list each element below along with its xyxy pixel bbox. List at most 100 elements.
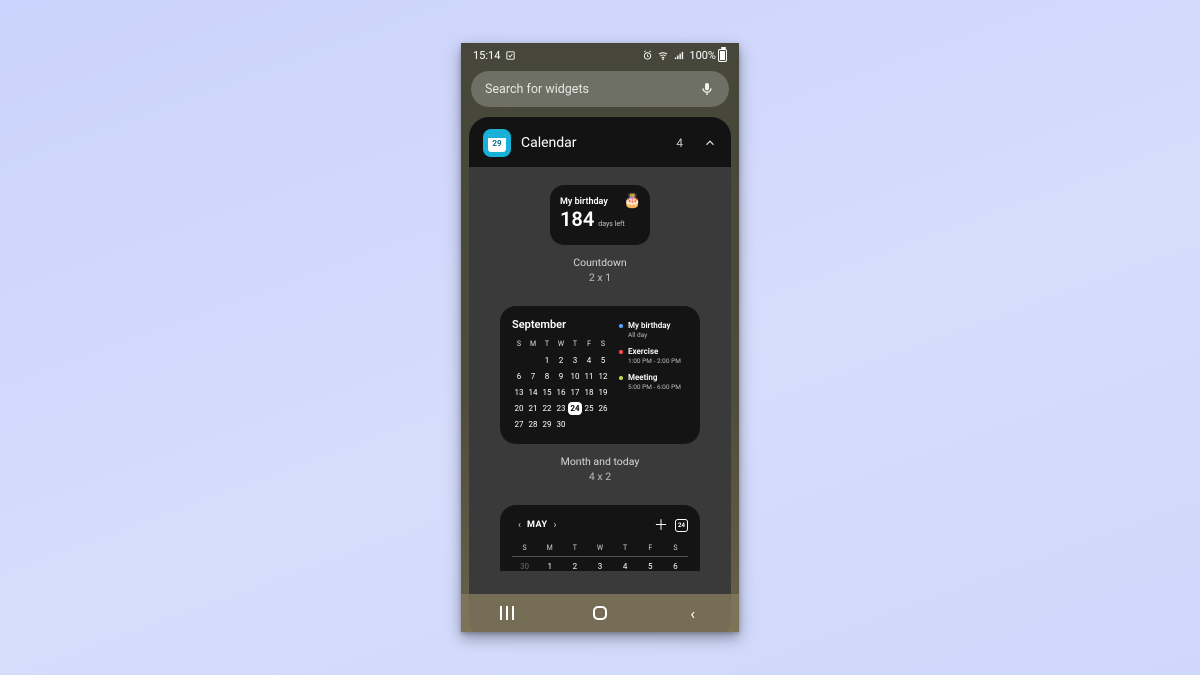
event-dot-icon xyxy=(619,376,623,380)
next-month-button[interactable]: › xyxy=(548,520,563,531)
day-cell: 19 xyxy=(596,386,610,399)
dow-cell: T xyxy=(613,544,638,552)
day-cell: 2 xyxy=(562,562,587,571)
countdown-value-row: 184 days left xyxy=(560,207,640,231)
calendar-icon-day: 29 xyxy=(488,139,506,148)
dow-cell: S xyxy=(663,544,688,552)
day-cell: 23 xyxy=(554,402,568,415)
day-cell: 14 xyxy=(526,386,540,399)
month-weeks: 1234567891011121314151617181920212223242… xyxy=(512,354,610,431)
dow-cell: F xyxy=(582,338,596,351)
dow-cell: T xyxy=(540,338,554,351)
event-time: 1:00 PM - 2:00 PM xyxy=(628,357,681,365)
today-button[interactable]: 24 xyxy=(675,519,688,532)
home-button[interactable] xyxy=(576,606,624,620)
day-cell: 10 xyxy=(568,370,582,383)
event-item: Meeting5:00 PM - 6:00 PM xyxy=(619,373,688,391)
day-cell: 29 xyxy=(540,418,554,431)
event-dot-icon xyxy=(619,350,623,354)
day-cell: 22 xyxy=(540,402,554,415)
status-right: 100% xyxy=(642,49,727,62)
day-cell: 6 xyxy=(663,562,688,571)
dow-cell: W xyxy=(587,544,612,552)
day-cell: 3 xyxy=(568,354,582,367)
partial-header: ‹ MAY › ＋ 24 xyxy=(512,515,688,535)
widget-label: Month and today xyxy=(561,455,640,468)
month-title: September xyxy=(512,318,610,331)
dow-cell: T xyxy=(568,338,582,351)
calendar-app-icon: 29 xyxy=(483,129,511,157)
week-row: 6789101112 xyxy=(512,370,610,383)
day-cell: 5 xyxy=(638,562,663,571)
day-cell: 7 xyxy=(526,370,540,383)
today-events: My birthdayAll day Exercise1:00 PM - 2:00… xyxy=(619,318,688,431)
day-cell: 21 xyxy=(526,402,540,415)
nav-bar: ‹ xyxy=(461,594,739,632)
day-cell: 30 xyxy=(554,418,568,431)
day-cell: 17 xyxy=(568,386,582,399)
day-cell: 2 xyxy=(554,354,568,367)
add-event-button[interactable]: ＋ xyxy=(654,515,668,535)
back-button[interactable]: ‹ xyxy=(669,604,717,623)
day-cell: 18 xyxy=(582,386,596,399)
category-body: My birthday 🎂 184days left Countdown 2 x… xyxy=(469,167,731,632)
phone-screen: 15:14 100% Search for widgets 29 Calenda… xyxy=(461,43,739,632)
day-cell xyxy=(596,418,610,431)
week-row: 13141516171819 xyxy=(512,386,610,399)
battery-indicator: 100% xyxy=(689,49,727,62)
day-cell: 16 xyxy=(554,386,568,399)
partial-month: MAY xyxy=(527,520,548,530)
day-cell: 15 xyxy=(540,386,554,399)
dow-cell: S xyxy=(512,544,537,552)
day-cell: 3 xyxy=(587,562,612,571)
widget-size: 2 x 1 xyxy=(589,271,611,284)
day-cell: 1 xyxy=(537,562,562,571)
day-cell xyxy=(512,354,526,367)
screenshot-icon xyxy=(505,50,516,61)
countdown-unit: days left xyxy=(598,220,625,228)
day-cell: 20 xyxy=(512,402,526,415)
search-input[interactable]: Search for widgets xyxy=(471,71,729,107)
event-time: All day xyxy=(628,331,670,339)
dow-cell: M xyxy=(526,338,540,351)
category-count: 4 xyxy=(676,136,683,150)
day-cell: 1 xyxy=(540,354,554,367)
event-title: Meeting xyxy=(628,373,681,382)
dow-cell: F xyxy=(638,544,663,552)
day-cell: 6 xyxy=(512,370,526,383)
mic-icon[interactable] xyxy=(699,81,715,97)
week-row: 12345 xyxy=(512,354,610,367)
countdown-value: 184 xyxy=(560,207,594,231)
day-cell: 25 xyxy=(582,402,596,415)
category-header[interactable]: 29 Calendar 4 xyxy=(469,117,731,167)
alarm-icon xyxy=(642,50,653,61)
event-time: 5:00 PM - 6:00 PM xyxy=(628,383,681,391)
widget-countdown[interactable]: My birthday 🎂 184days left xyxy=(550,185,650,245)
chevron-up-icon xyxy=(703,136,717,150)
day-cell: 4 xyxy=(582,354,596,367)
prev-month-button[interactable]: ‹ xyxy=(512,520,527,531)
widget-month-partial[interactable]: ‹ MAY › ＋ 24 SMTWTFS 30123456 xyxy=(500,505,700,571)
recents-button[interactable] xyxy=(483,606,531,620)
widget-label: Countdown xyxy=(573,256,626,269)
day-cell xyxy=(526,354,540,367)
battery-icon xyxy=(718,49,727,62)
day-cell: 11 xyxy=(582,370,596,383)
day-cell: 26 xyxy=(596,402,610,415)
day-cell: 13 xyxy=(512,386,526,399)
day-cell: 27 xyxy=(512,418,526,431)
event-title: Exercise xyxy=(628,347,681,356)
widget-month-today[interactable]: September SMTWTFS 1234567891011121314151… xyxy=(500,306,700,444)
status-time: 15:14 xyxy=(473,49,500,62)
day-cell: 5 xyxy=(596,354,610,367)
widget-size: 4 x 2 xyxy=(589,470,611,483)
day-cell: 8 xyxy=(540,370,554,383)
month-dow-row: SMTWTFS xyxy=(512,338,610,351)
event-item: Exercise1:00 PM - 2:00 PM xyxy=(619,347,688,365)
dow-cell: W xyxy=(554,338,568,351)
event-dot-icon xyxy=(619,324,623,328)
partial-dow-row: SMTWTFS xyxy=(512,544,688,557)
day-cell: 9 xyxy=(554,370,568,383)
widget-category-calendar: 29 Calendar 4 My birthday 🎂 184days left… xyxy=(469,117,731,632)
event-title: My birthday xyxy=(628,321,670,330)
